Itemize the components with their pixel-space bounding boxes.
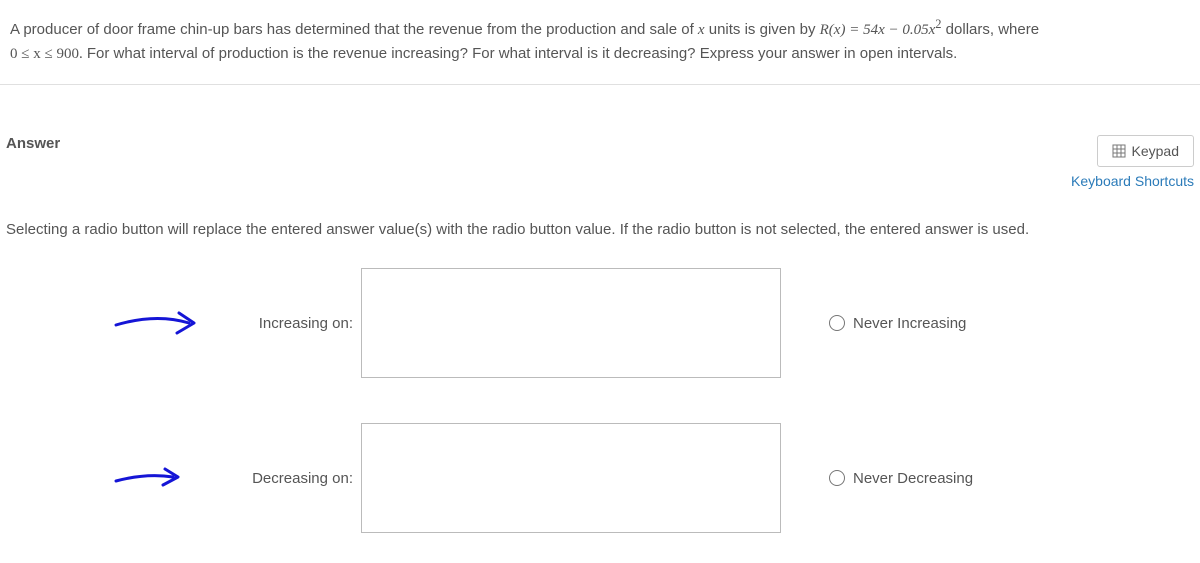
answer-heading: Answer [6,135,60,152]
decreasing-row: Decreasing on: Never Decreasing [6,423,1194,533]
question-text: A producer of door frame chin-up bars ha… [0,0,1200,85]
increasing-input[interactable] [361,268,781,378]
decreasing-input[interactable] [361,423,781,533]
keypad-button[interactable]: Keypad [1097,135,1194,167]
never-increasing-label[interactable]: Never Increasing [853,315,966,332]
never-decreasing-label[interactable]: Never Decreasing [853,470,973,487]
keyboard-shortcuts-link[interactable]: Keyboard Shortcuts [1071,173,1194,189]
annotation-arrow-icon [111,463,191,493]
instruction-text: Selecting a radio button will replace th… [6,221,1194,238]
keypad-label: Keypad [1132,143,1179,159]
never-decreasing-radio[interactable] [829,470,845,486]
never-increasing-radio[interactable] [829,315,845,331]
keypad-icon [1112,144,1126,158]
annotation-arrow-icon [111,303,211,343]
increasing-row: Increasing on: Never Increasing [6,268,1194,378]
